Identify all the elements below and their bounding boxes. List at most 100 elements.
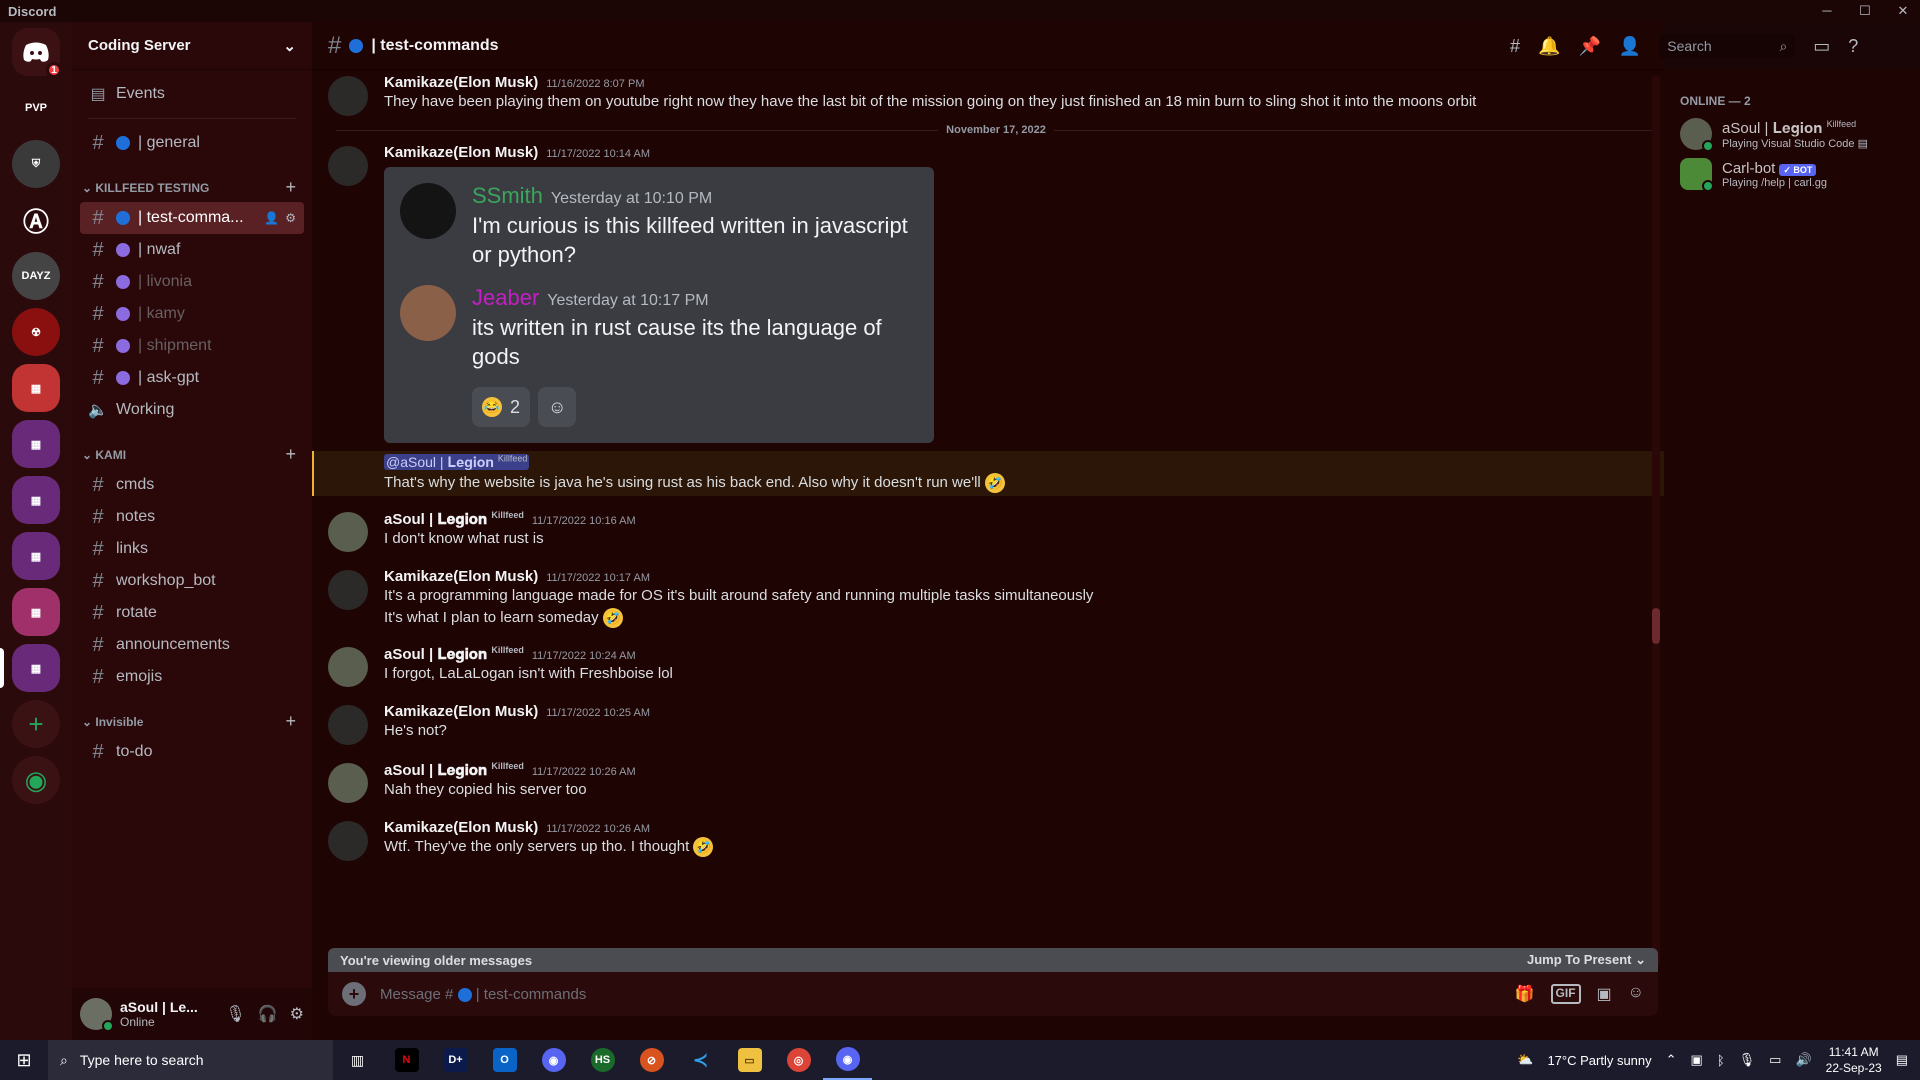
server-icon-anarchy[interactable]: Ⓐ bbox=[12, 196, 60, 244]
message-author[interactable]: aSoul | 𝐋𝐞𝐠𝐢𝐨𝐧 Killfeed bbox=[384, 645, 524, 663]
emoji-picker-icon[interactable]: ☺ bbox=[1628, 984, 1644, 1004]
bluetooth-icon[interactable]: ᛒ bbox=[1717, 1053, 1725, 1068]
chrome-icon[interactable]: ◎ bbox=[774, 1040, 823, 1080]
message-author[interactable]: Kamikaze(Elon Musk) bbox=[384, 74, 538, 91]
server-folder-5[interactable]: ▦ bbox=[12, 588, 60, 636]
server-folder-1[interactable]: ▦ bbox=[12, 364, 60, 412]
sticker-icon[interactable]: ▣ bbox=[1597, 984, 1612, 1004]
channel-shipment[interactable]: # | shipment bbox=[80, 330, 304, 362]
channel-links[interactable]: # links bbox=[80, 533, 304, 565]
server-folder-4[interactable]: ▦ bbox=[12, 532, 60, 580]
discord-taskbar-icon[interactable]: ◉ bbox=[529, 1040, 578, 1080]
server-icon-dayz[interactable]: DAYZ bbox=[12, 252, 60, 300]
server-icon-shield[interactable]: ⛨ bbox=[12, 140, 60, 188]
member-list-icon[interactable]: 👤 bbox=[1619, 36, 1641, 57]
chevron-up-icon[interactable]: ⌃ bbox=[1666, 1052, 1677, 1068]
pin-icon[interactable]: 📌 bbox=[1578, 36, 1600, 57]
channel-to-do[interactable]: # to-do bbox=[80, 736, 304, 768]
user-mention[interactable]: @aSoul | 𝐋𝐞𝐠𝐢𝐨𝐧 Killfeed bbox=[384, 453, 530, 470]
threads-icon[interactable]: # bbox=[1510, 36, 1520, 57]
channel-rotate[interactable]: # rotate bbox=[80, 597, 304, 629]
microphone-icon[interactable]: 🎙 bbox=[225, 1004, 245, 1024]
discord-active-icon[interactable]: ◉ bbox=[823, 1040, 872, 1080]
gear-icon[interactable]: ⚙ bbox=[285, 211, 296, 225]
headphones-icon[interactable]: 🎧 bbox=[258, 1004, 278, 1024]
message-author[interactable]: Kamikaze(Elon Musk) bbox=[384, 703, 538, 720]
channel-test-commands[interactable]: # | test-comma... 👤 ⚙ bbox=[80, 202, 304, 234]
minimize-icon[interactable]: ─ bbox=[1818, 3, 1836, 19]
network-icon[interactable]: ▭ bbox=[1769, 1052, 1781, 1068]
task-view-icon[interactable]: ▥ bbox=[333, 1040, 382, 1080]
quoted-image-embed[interactable]: SSmith Yesterday at 10:10 PM I'm curious … bbox=[384, 167, 934, 443]
add-channel-icon[interactable]: + bbox=[285, 444, 296, 465]
app-orange-icon[interactable]: ⊘ bbox=[627, 1040, 676, 1080]
notifications-icon[interactable]: ▤ bbox=[1896, 1052, 1908, 1068]
channel-livonia[interactable]: # | livonia bbox=[80, 266, 304, 298]
add-channel-icon[interactable]: + bbox=[285, 711, 296, 732]
message-author[interactable]: Kamikaze(Elon Musk) bbox=[384, 819, 538, 836]
windows-start-icon[interactable]: ⊞ bbox=[0, 1050, 48, 1071]
close-icon[interactable]: ✕ bbox=[1894, 3, 1912, 19]
avatar[interactable] bbox=[328, 569, 368, 610]
channel-workshop-bot[interactable]: # workshop_bot bbox=[80, 565, 304, 597]
message-author[interactable]: aSoul | 𝐋𝐞𝐠𝐢𝐨𝐧 Killfeed bbox=[384, 510, 524, 528]
channel-emojis[interactable]: # emojis bbox=[80, 661, 304, 693]
explore-compass-icon[interactable]: ◉ bbox=[12, 756, 60, 804]
member-item[interactable]: Carl-bot ✓ BOT Playing /help | carl.gg bbox=[1680, 154, 1912, 194]
server-header[interactable]: Coding Server ⌄ bbox=[72, 22, 312, 70]
channel-kamy[interactable]: # | kamy bbox=[80, 298, 304, 330]
channel-notes[interactable]: # notes bbox=[80, 501, 304, 533]
message-input[interactable]: Message # | test-commands bbox=[380, 986, 586, 1003]
invite-icon[interactable]: 👤 bbox=[264, 211, 279, 225]
events-item[interactable]: ▤ Events bbox=[80, 78, 304, 110]
channel-cmds[interactable]: # cmds bbox=[80, 469, 304, 501]
avatar[interactable] bbox=[328, 76, 368, 116]
disney-plus-icon[interactable]: D+ bbox=[431, 1040, 480, 1080]
gift-icon[interactable]: 🎁 bbox=[1515, 984, 1535, 1004]
home-button[interactable]: 1 bbox=[12, 28, 62, 78]
avatar[interactable] bbox=[328, 646, 368, 687]
taskbar-search[interactable]: ⌕ Type here to search bbox=[48, 1040, 333, 1080]
voice-channel-working[interactable]: 🔈 Working bbox=[80, 394, 304, 426]
avatar[interactable] bbox=[328, 704, 368, 745]
message-author[interactable]: Kamikaze(Elon Musk) bbox=[384, 568, 538, 585]
help-icon[interactable]: ? bbox=[1848, 36, 1858, 57]
channel-general[interactable]: # | general bbox=[80, 127, 304, 159]
scrollbar[interactable] bbox=[1652, 76, 1660, 966]
category-kami[interactable]: ⌄ KAMI + bbox=[80, 426, 304, 469]
category-invisible[interactable]: ⌄ Invisible + bbox=[80, 693, 304, 736]
inbox-icon[interactable]: ▭ bbox=[1813, 36, 1830, 57]
category-killfeed-testing[interactable]: ⌄ KILLFEED TESTING + bbox=[80, 159, 304, 202]
vscode-icon[interactable]: ≺ bbox=[676, 1040, 725, 1080]
gear-icon[interactable]: ⚙ bbox=[290, 1004, 304, 1024]
avatar[interactable] bbox=[80, 998, 114, 1032]
message-composer[interactable]: + Message # | test-commands 🎁 GIF ▣ ☺ bbox=[328, 972, 1658, 1016]
gif-button[interactable]: GIF bbox=[1550, 984, 1581, 1004]
file-explorer-icon[interactable]: ▭ bbox=[725, 1040, 774, 1080]
server-folder-6[interactable]: ▦ bbox=[0, 644, 60, 692]
add-server-icon[interactable]: + bbox=[12, 700, 60, 748]
avatar[interactable] bbox=[328, 511, 368, 552]
channel-ask-gpt[interactable]: # | ask-gpt bbox=[80, 362, 304, 394]
clock[interactable]: 11:41 AM 22-Sep-23 bbox=[1826, 1044, 1882, 1076]
jump-to-present-button[interactable]: Jump To Present ⌄ bbox=[1527, 952, 1646, 968]
server-icon-pvp[interactable]: PVP bbox=[12, 84, 60, 132]
weather-text[interactable]: 17°C Partly sunny bbox=[1547, 1053, 1651, 1068]
scrollbar-thumb[interactable] bbox=[1652, 608, 1660, 644]
avatar[interactable] bbox=[328, 820, 368, 861]
add-channel-icon[interactable]: + bbox=[285, 177, 296, 198]
avatar[interactable] bbox=[328, 762, 368, 803]
maximize-icon[interactable]: ☐ bbox=[1856, 3, 1874, 19]
outlook-icon[interactable]: O bbox=[480, 1040, 529, 1080]
avatar[interactable] bbox=[328, 146, 368, 186]
weather-icon[interactable]: ⛅ bbox=[1517, 1052, 1533, 1068]
tray-outlook-icon[interactable]: ▣ bbox=[1691, 1052, 1703, 1068]
server-folder-2[interactable]: ▦ bbox=[12, 420, 60, 468]
channel-nwaf[interactable]: # | nwaf bbox=[80, 234, 304, 266]
message-author[interactable]: aSoul | 𝐋𝐞𝐠𝐢𝐨𝐧 Killfeed bbox=[384, 761, 524, 779]
channel-announcements[interactable]: # announcements bbox=[80, 629, 304, 661]
server-folder-3[interactable]: ▦ bbox=[12, 476, 60, 524]
member-item[interactable]: aSoul | 𝐋𝐞𝐠𝐢𝐨𝐧 Killfeed Playing Visual S… bbox=[1680, 114, 1912, 154]
server-icon-red[interactable]: ☢ bbox=[12, 308, 60, 356]
attach-plus-icon[interactable]: + bbox=[342, 982, 366, 1006]
